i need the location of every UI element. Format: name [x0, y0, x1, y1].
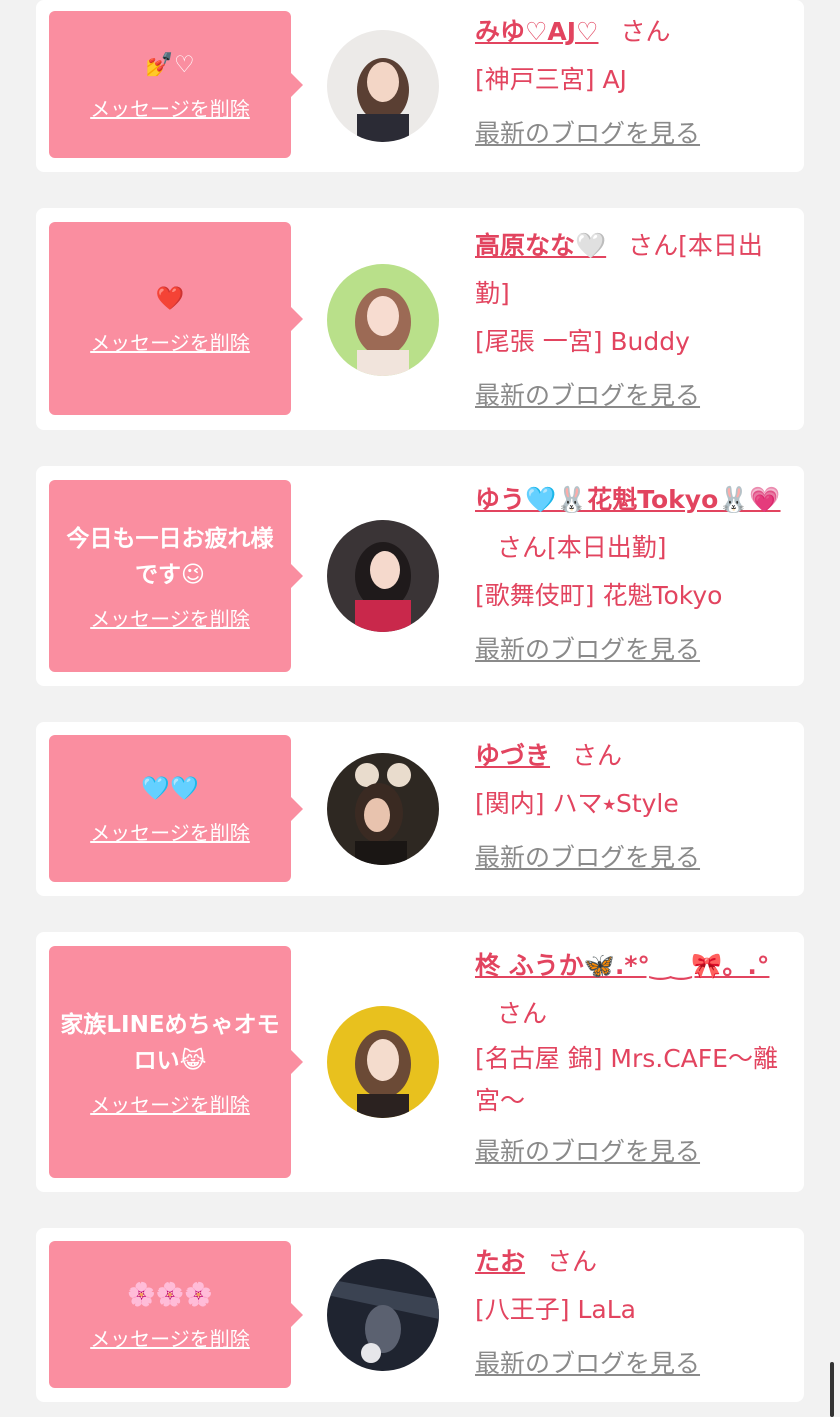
delete-message-link[interactable]: メッセージを削除: [90, 1089, 250, 1118]
honorific: さん: [628, 231, 679, 260]
honorific: さん: [620, 17, 671, 46]
message-text: 🩵🩵: [141, 776, 199, 802]
area-shop: [八王子] LaLa: [475, 1295, 636, 1324]
favorite-card: 家族LINEめちゃオモロい😹 メッセージを削除 柊 ふうか🦋.*°‿‿🎀。.° さ…: [36, 932, 804, 1192]
scrollbar[interactable]: [830, 1362, 834, 1417]
message-bubble: ❤️ メッセージを削除: [49, 222, 303, 415]
delete-message-link[interactable]: メッセージを削除: [90, 93, 250, 122]
latest-blog-link[interactable]: 最新のブログを見る: [475, 626, 793, 674]
cast-info: ゆう🩵🐰花魁Tokyo🐰💗 さん[本日出勤] [歌舞伎町] 花魁Tokyo 最新の…: [475, 476, 793, 674]
cast-name-link[interactable]: みゆ♡AJ♡: [475, 17, 598, 46]
favorite-card: 💅♡ メッセージを削除 みゆ♡AJ♡ さん [神戸三宮] AJ 最新のブログを見る: [36, 0, 804, 172]
area-shop: [尾張 一宮] Buddy: [475, 327, 690, 356]
honorific: さん: [497, 999, 548, 1028]
message-text: 今日も一日お疲れ様です😉: [66, 525, 274, 588]
delete-message-link[interactable]: メッセージを削除: [90, 327, 250, 356]
area-shop: [関内] ハマ⭑Style: [475, 789, 679, 818]
area-shop: [歌舞伎町] 花魁Tokyo: [475, 581, 723, 610]
favorite-card: ❤️ メッセージを削除 高原なな🤍 さん[本日出勤] [尾張 一宮] Buddy …: [36, 208, 804, 430]
message-bubble: 💅♡ メッセージを削除: [49, 11, 303, 158]
favorite-card: 🌸🌸🌸 メッセージを削除 たお さん [八王子] LaLa 最新のブログを見る: [36, 1228, 804, 1402]
avatar[interactable]: [327, 520, 439, 632]
cast-info: 高原なな🤍 さん[本日出勤] [尾張 一宮] Buddy 最新のブログを見る: [475, 222, 793, 420]
honorific: さん: [547, 1247, 598, 1276]
cast-info: ゆづき さん [関内] ハマ⭑Style 最新のブログを見る: [475, 732, 793, 882]
cast-info: たお さん [八王子] LaLa 最新のブログを見る: [475, 1238, 793, 1388]
latest-blog-link[interactable]: 最新のブログを見る: [475, 372, 793, 420]
latest-blog-link[interactable]: 最新のブログを見る: [475, 110, 793, 158]
message-text: 🌸🌸🌸: [127, 1282, 213, 1308]
cast-name-link[interactable]: 柊 ふうか🦋.*°‿‿🎀。.°: [475, 951, 769, 980]
message-text: 家族LINEめちゃオモロい😹: [60, 1011, 280, 1074]
honorific: さん: [497, 533, 548, 562]
message-text: ❤️: [155, 286, 185, 312]
avatar[interactable]: [327, 1006, 439, 1118]
message-bubble: 今日も一日お疲れ様です😉 メッセージを削除: [49, 480, 303, 672]
area-shop: [神戸三宮] AJ: [475, 65, 627, 94]
latest-blog-link[interactable]: 最新のブログを見る: [475, 834, 793, 882]
delete-message-link[interactable]: メッセージを削除: [90, 1323, 250, 1352]
cast-name-link[interactable]: 高原なな🤍: [475, 231, 606, 260]
cast-info: みゆ♡AJ♡ さん [神戸三宮] AJ 最新のブログを見る: [475, 8, 793, 158]
cast-name-link[interactable]: たお: [475, 1247, 525, 1276]
avatar[interactable]: [327, 1259, 439, 1371]
delete-message-link[interactable]: メッセージを削除: [90, 603, 250, 632]
message-text: 💅♡: [145, 52, 195, 78]
message-bubble: 🌸🌸🌸 メッセージを削除: [49, 1241, 303, 1388]
cast-name-link[interactable]: ゆう🩵🐰花魁Tokyo🐰💗: [475, 485, 781, 514]
favorite-card: 🩵🩵 メッセージを削除 ゆづき さん [関内] ハマ⭑Style 最新のブログを見…: [36, 722, 804, 896]
favorite-card: 今日も一日お疲れ様です😉 メッセージを削除 ゆう🩵🐰花魁Tokyo🐰💗 さん[本日…: [36, 466, 804, 686]
avatar[interactable]: [327, 30, 439, 142]
avatar[interactable]: [327, 753, 439, 865]
latest-blog-link[interactable]: 最新のブログを見る: [475, 1128, 793, 1176]
area-shop: [名古屋 錦] Mrs.CAFE〜離宮〜: [475, 1044, 778, 1115]
message-bubble: 家族LINEめちゃオモロい😹 メッセージを削除: [49, 946, 303, 1178]
delete-message-link[interactable]: メッセージを削除: [90, 817, 250, 846]
message-bubble: 🩵🩵 メッセージを削除: [49, 735, 303, 882]
latest-blog-link[interactable]: 最新のブログを見る: [475, 1340, 793, 1388]
avatar[interactable]: [327, 264, 439, 376]
cast-name-link[interactable]: ゆづき: [475, 741, 550, 770]
honorific: さん: [572, 741, 623, 770]
today-badge: [本日出勤]: [547, 533, 667, 562]
cast-info: 柊 ふうか🦋.*°‿‿🎀。.° さん [名古屋 錦] Mrs.CAFE〜離宮〜 最…: [475, 942, 793, 1176]
